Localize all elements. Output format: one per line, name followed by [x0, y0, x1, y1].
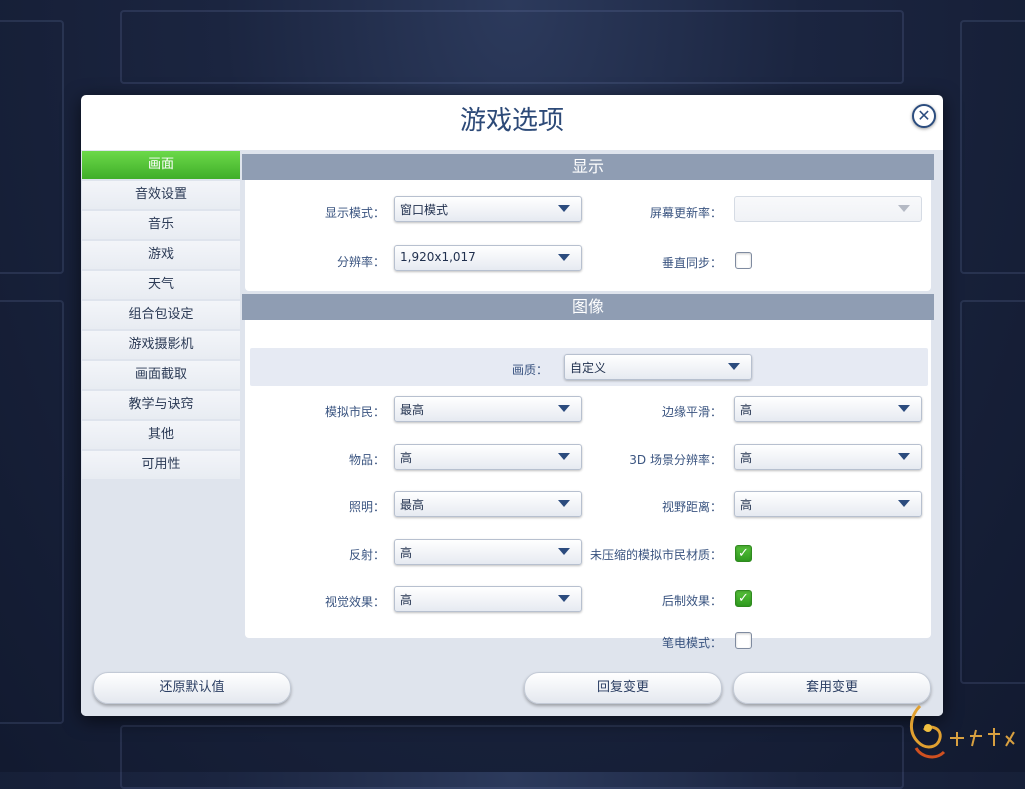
quality-label: 画质：	[511, 363, 548, 377]
chevron-down-icon	[728, 363, 740, 370]
quality-dropdown[interactable]: 自定义	[564, 354, 752, 380]
sidebar-item-other[interactable]: 其他	[82, 421, 240, 449]
refresh-rate-label: 屏幕更新率：	[649, 206, 722, 220]
scene-resolution-label: 3D 场景分辨率：	[629, 453, 722, 467]
sims-value: 最高	[400, 403, 425, 417]
background-panel	[0, 20, 64, 274]
reflections-value: 高	[400, 546, 413, 560]
objects-value: 高	[400, 451, 413, 465]
objects-dropdown[interactable]: 高	[394, 444, 582, 470]
check-icon: ✓	[738, 546, 749, 561]
sidebar-item-weather[interactable]: 天气	[82, 271, 240, 299]
settings-content: 显示 显示模式： 窗口模式 分辨率： 1,920x1,017 屏幕更新率： 垂直…	[242, 151, 934, 650]
chevron-down-icon	[558, 205, 570, 212]
edge-smoothing-dropdown[interactable]: 高	[734, 396, 922, 422]
chevron-down-icon	[558, 405, 570, 412]
close-icon[interactable]: ✕	[912, 104, 936, 128]
category-sidebar: 画面 音效设置 音乐 游戏 天气 组合包设定 游戏摄影机 画面截取 教学与诀窍 …	[82, 151, 240, 481]
sidebar-item-audio[interactable]: 音效设置	[82, 181, 240, 209]
visual-effects-label: 视觉效果：	[324, 595, 385, 609]
edge-smoothing-value: 高	[740, 403, 753, 417]
vsync-checkbox[interactable]	[735, 252, 752, 269]
chevron-down-icon	[558, 254, 570, 261]
sims-dropdown[interactable]: 最高	[394, 396, 582, 422]
post-effects-label: 后制效果：	[661, 594, 722, 608]
graphics-section-header: 图像	[242, 294, 934, 320]
quality-row: 画质： 自定义	[250, 348, 928, 386]
chevron-down-icon	[898, 405, 910, 412]
lighting-value: 最高	[400, 498, 425, 512]
check-icon: ✓	[738, 591, 749, 606]
sidebar-item-graphics[interactable]: 画面	[82, 151, 240, 179]
dialog-footer: 还原默认值 回复变更 套用变更	[81, 660, 943, 716]
chevron-down-icon	[898, 500, 910, 507]
display-mode-label: 显示模式：	[324, 206, 385, 220]
watermark-logo	[910, 704, 1015, 759]
scene-resolution-value: 高	[740, 451, 753, 465]
visual-effects-dropdown[interactable]: 高	[394, 586, 582, 612]
view-distance-value: 高	[740, 498, 753, 512]
uncompressed-textures-checkbox[interactable]: ✓	[735, 545, 752, 562]
display-section-header: 显示	[242, 154, 934, 180]
scene-resolution-dropdown[interactable]: 高	[734, 444, 922, 470]
background-panel	[120, 725, 904, 789]
sidebar-item-tutorials[interactable]: 教学与诀窍	[82, 391, 240, 419]
quality-value: 自定义	[570, 361, 607, 375]
background-panel	[0, 300, 64, 724]
lighting-label: 照明：	[348, 500, 385, 514]
chevron-down-icon	[898, 453, 910, 460]
visual-effects-value: 高	[400, 593, 413, 607]
revert-changes-button[interactable]: 回复变更	[524, 672, 722, 704]
sidebar-item-music[interactable]: 音乐	[82, 211, 240, 239]
refresh-rate-dropdown[interactable]	[734, 196, 922, 222]
laptop-mode-label: 笔电模式：	[661, 636, 722, 650]
restore-defaults-button[interactable]: 还原默认值	[93, 672, 291, 704]
dialog-title: 游戏选项	[459, 106, 564, 136]
post-effects-checkbox[interactable]: ✓	[735, 590, 752, 607]
resolution-value: 1,920x1,017	[400, 250, 476, 264]
background-panel	[960, 20, 1025, 274]
sidebar-item-accessibility[interactable]: 可用性	[82, 451, 240, 479]
view-distance-label: 视野距离：	[661, 500, 722, 514]
sims-label: 模拟市民：	[324, 405, 385, 419]
game-options-dialog: 游戏选项 ✕ 画面 音效设置 音乐 游戏 天气 组合包设定 游戏摄影机 画面截取…	[81, 95, 943, 716]
sidebar-item-camera[interactable]: 游戏摄影机	[82, 331, 240, 359]
resolution-label: 分辨率：	[336, 255, 385, 269]
edge-smoothing-label: 边缘平滑：	[661, 405, 722, 419]
graphics-section: 画质： 自定义 模拟市民： 最高 物品： 高 照明： 最高 反射： 高 视觉效果…	[245, 320, 931, 650]
display-mode-value: 窗口模式	[400, 203, 449, 217]
uncompressed-textures-label: 未压缩的模拟市民材质：	[589, 548, 722, 562]
view-distance-dropdown[interactable]: 高	[734, 491, 922, 517]
sidebar-item-gameplay[interactable]: 游戏	[82, 241, 240, 269]
laptop-mode-checkbox[interactable]	[735, 632, 752, 649]
resolution-dropdown[interactable]: 1,920x1,017	[394, 245, 582, 271]
reflections-label: 反射：	[348, 548, 385, 562]
chevron-down-icon	[898, 205, 910, 212]
sidebar-item-screenshots[interactable]: 画面截取	[82, 361, 240, 389]
lighting-dropdown[interactable]: 最高	[394, 491, 582, 517]
chevron-down-icon	[558, 500, 570, 507]
display-section: 显示模式： 窗口模式 分辨率： 1,920x1,017 屏幕更新率： 垂直同步：	[245, 180, 931, 291]
vsync-label: 垂直同步：	[661, 256, 722, 270]
objects-label: 物品：	[348, 453, 385, 467]
background-panel	[120, 10, 904, 84]
background-panel	[960, 300, 1025, 684]
chevron-down-icon	[558, 595, 570, 602]
sidebar-item-pack-settings[interactable]: 组合包设定	[82, 301, 240, 329]
dialog-body: 画面 音效设置 音乐 游戏 天气 组合包设定 游戏摄影机 画面截取 教学与诀窍 …	[81, 150, 943, 660]
display-mode-dropdown[interactable]: 窗口模式	[394, 196, 582, 222]
